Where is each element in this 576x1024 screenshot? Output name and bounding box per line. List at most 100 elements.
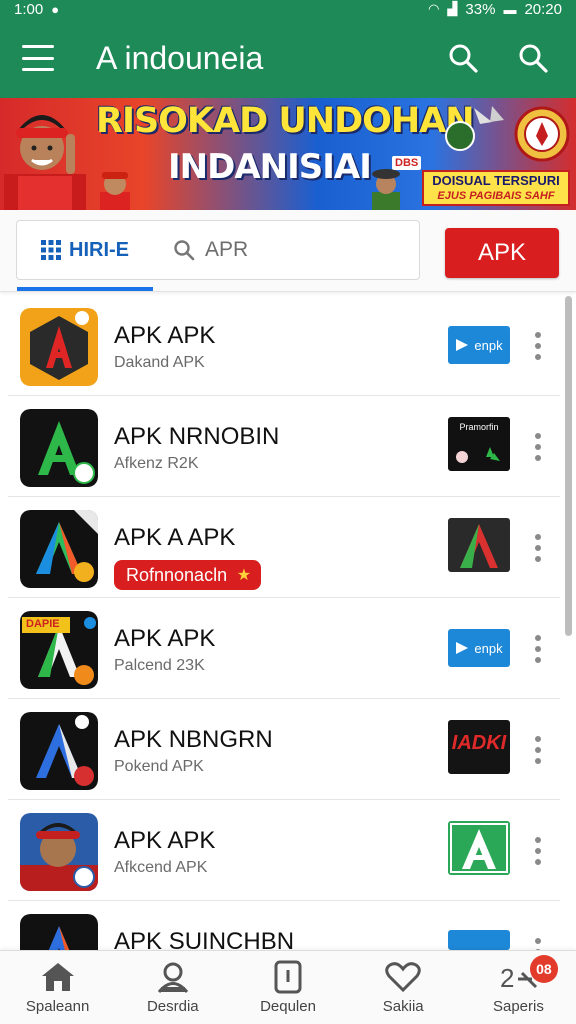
app-title: APK NBNGRN: [114, 726, 273, 753]
app-subtitle: Palcend 23K: [114, 657, 205, 674]
app-subtitle: Pokend APK: [114, 758, 204, 775]
banner-subheadline: INDANISIAI: [168, 147, 372, 187]
banner-person-illustration: [4, 115, 86, 210]
play-icon: [456, 642, 469, 654]
list-item[interactable]: APK APK Afkcend APK: [8, 801, 560, 901]
nav-item-updates[interactable]: 2 Saperis 08: [461, 951, 576, 1024]
banner-promo-title: DOISUAL TERSPURI: [432, 173, 560, 188]
promotion-label: Rofnnonacln: [126, 564, 228, 585]
app-badge[interactable]: [448, 821, 510, 875]
install-badge[interactable]: enpk: [448, 629, 510, 667]
nav-item-home[interactable]: Spaleann: [0, 951, 115, 1024]
tab-home[interactable]: HIRI-E: [17, 221, 153, 291]
app-icon[interactable]: [20, 409, 98, 487]
status-bar: 1:00 ● ◠ ▟ 33% ▬ 20:20: [0, 0, 576, 18]
app-badge[interactable]: IADKI: [448, 720, 510, 774]
app-list: APK APK Dakand APK enpk APK NRNOBIN Afke…: [0, 296, 576, 950]
more-options-icon[interactable]: [532, 635, 544, 663]
search-icon-secondary[interactable]: [512, 37, 554, 79]
more-options-icon[interactable]: [532, 332, 544, 360]
badge-label: Pramorfin: [459, 422, 499, 432]
app-icon[interactable]: [20, 914, 98, 950]
status-time-right: 20:20: [524, 0, 562, 18]
app-badge[interactable]: [448, 518, 510, 572]
more-options-icon[interactable]: [532, 534, 544, 562]
home-icon: [38, 960, 78, 994]
nav-item-favorites[interactable]: Sakiia: [346, 951, 461, 1024]
nav-item-profile[interactable]: Desrdia: [115, 951, 230, 1024]
nav-label: Dequlen: [260, 998, 316, 1015]
search-card: HIRI-E APR: [16, 220, 420, 291]
nav-label: Saperis: [492, 998, 544, 1015]
banner-promo-box: DOISUAL TERSPURI EJUS PAGIBAIS SAHF: [422, 170, 570, 206]
star-icon: ★: [236, 567, 252, 584]
app-title: APK SUINCHBN: [114, 928, 295, 950]
list-item[interactable]: APK APK Dakand APK enpk: [8, 296, 560, 396]
battery-level: 33%: [465, 0, 496, 18]
app-badge[interactable]: Pramorfin: [448, 417, 510, 471]
play-icon: [456, 339, 469, 351]
app-title: APK APK: [114, 625, 216, 652]
nav-item-device[interactable]: Dequlen: [230, 951, 345, 1024]
banner-child-2-illustration: [372, 169, 400, 210]
app-title: APK NRNOBIN: [114, 423, 280, 450]
battery-icon: ▬: [503, 1, 517, 17]
status-time-left: 1:00: [14, 0, 44, 18]
app-icon[interactable]: [20, 510, 98, 588]
notification-icon: ●: [51, 1, 60, 17]
a-logo-icon: [450, 823, 508, 873]
grid-icon: [41, 240, 61, 260]
app-subtitle: Dakand APK: [114, 354, 205, 371]
badge-label: enpk: [474, 640, 503, 656]
nav-label: Desrdia: [146, 998, 199, 1015]
app-title: APK A APK: [114, 524, 236, 551]
search-icon[interactable]: [442, 37, 484, 79]
banner-child-illustration: [100, 172, 130, 210]
list-item[interactable]: APK A APK Rofnnonacln ★: [8, 498, 560, 598]
app-icon[interactable]: DAPIE: [20, 611, 98, 689]
wifi-icon: ◠: [428, 1, 440, 16]
scrollbar[interactable]: [565, 296, 572, 636]
more-options-icon[interactable]: [532, 736, 544, 764]
plant-icon: [456, 447, 500, 463]
banner-promo-subtitle: EJUS PAGIBAIS SAHF: [437, 190, 555, 202]
device-icon: [268, 960, 308, 994]
install-badge[interactable]: [448, 930, 510, 950]
more-options-icon[interactable]: [532, 433, 544, 461]
person-icon: [153, 960, 193, 994]
app-bar: A indouneia: [0, 18, 576, 98]
more-options-icon[interactable]: [532, 938, 544, 950]
install-badge[interactable]: enpk: [448, 326, 510, 364]
notification-badge: 08: [529, 955, 558, 983]
list-item[interactable]: APK NBNGRN Pokend APK IADKI: [8, 700, 560, 800]
promotion-badge[interactable]: Rofnnonacln ★: [114, 560, 262, 590]
menu-icon[interactable]: [22, 45, 54, 71]
app-subtitle: Afkcend APK: [114, 859, 208, 876]
app-subtitle: Afkenz R2K: [114, 455, 199, 472]
promo-banner[interactable]: RISOKAD UNDOHAN INDANISIAI DBS DOISUAL T…: [0, 98, 576, 210]
toolbar: HIRI-E APR APK: [0, 210, 576, 292]
app-title: APK APK: [114, 827, 216, 854]
app-icon[interactable]: [20, 813, 98, 891]
search-field-icon: [174, 240, 195, 261]
signal-icon: ▟: [447, 1, 458, 16]
badge-label: IADKI: [451, 732, 507, 754]
app-icon[interactable]: [20, 308, 98, 386]
more-options-icon[interactable]: [532, 837, 544, 865]
tab-home-label: HIRI-E: [69, 238, 129, 261]
apk-button[interactable]: APK: [445, 228, 559, 278]
badge-label: enpk: [474, 337, 503, 353]
nav-label: Sakiia: [382, 998, 424, 1015]
search-input[interactable]: APR: [153, 221, 419, 279]
app-title: A indouneia: [96, 39, 264, 76]
emblem-icon: [514, 106, 570, 162]
banner-decoration: [445, 106, 504, 151]
app-icon[interactable]: [20, 712, 98, 790]
list-item[interactable]: APK NRNOBIN Afkenz R2K Pramorfin: [8, 397, 560, 497]
list-item[interactable]: APK SUINCHBN: [8, 902, 560, 950]
search-placeholder: APR: [205, 238, 249, 261]
svg-text:2: 2: [500, 963, 514, 993]
list-item[interactable]: DAPIE APK APK Palcend 23K enpk: [8, 599, 560, 699]
icon-tag: DAPIE: [26, 618, 60, 630]
nav-label: Spaleann: [25, 998, 90, 1015]
